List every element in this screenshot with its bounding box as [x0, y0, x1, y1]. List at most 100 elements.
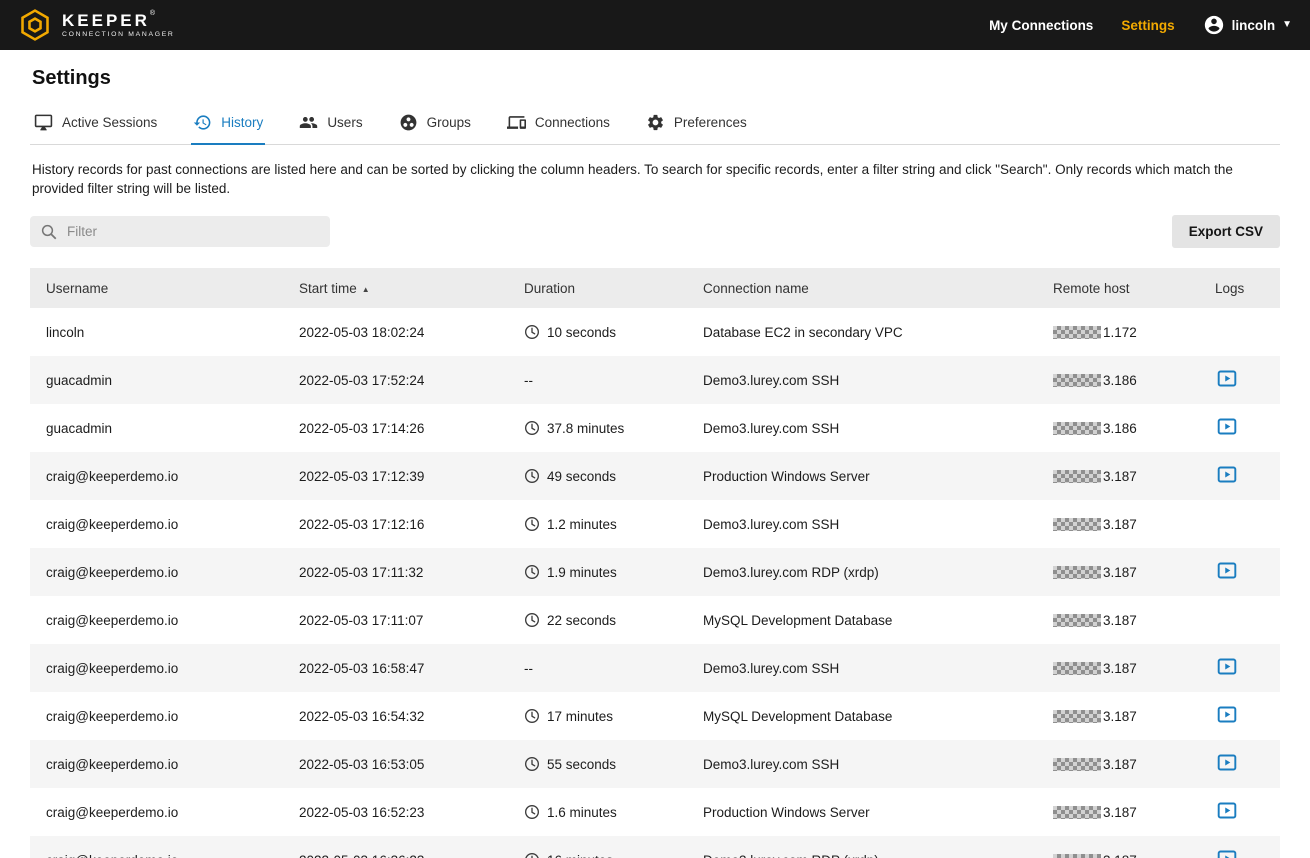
cell-start-time: 2022-05-03 16:58:47 [283, 661, 508, 676]
cell-logs [1199, 368, 1280, 392]
redacted-ip [1053, 854, 1101, 858]
monitor-icon [34, 113, 53, 132]
tab-users[interactable]: Users [297, 103, 364, 145]
cell-start-time: 2022-05-03 17:12:16 [283, 517, 508, 532]
cell-remote-host: 3.187 [1037, 853, 1199, 858]
cell-start-time: 2022-05-03 16:36:23 [283, 853, 508, 858]
cell-remote-host: 3.186 [1037, 421, 1199, 436]
cell-username: craig@keeperdemo.io [30, 661, 283, 676]
cell-duration: -- [508, 661, 687, 676]
search-icon [40, 223, 58, 241]
cell-start-time: 2022-05-03 17:11:07 [283, 613, 508, 628]
connections-icon [507, 113, 526, 132]
groups-icon [399, 113, 418, 132]
column-header-start-time[interactable]: Start time▲ [283, 281, 508, 296]
cell-remote-host: 3.187 [1037, 661, 1199, 676]
table-row: lincoln 2022-05-03 18:02:24 10 seconds D… [30, 308, 1280, 356]
user-menu[interactable]: lincoln ▼ [1203, 14, 1292, 36]
filter-input[interactable] [67, 224, 320, 239]
cell-duration: 22 seconds [508, 612, 687, 628]
clock-icon [524, 420, 540, 436]
cell-logs [1199, 752, 1280, 776]
table-row: guacadmin 2022-05-03 17:52:24 -- Demo3.l… [30, 356, 1280, 404]
tab-history[interactable]: History [191, 103, 265, 145]
cell-start-time: 2022-05-03 18:02:24 [283, 325, 508, 340]
clock-icon [524, 756, 540, 772]
cell-username: craig@keeperdemo.io [30, 709, 283, 724]
clock-icon [524, 708, 540, 724]
play-recording-button[interactable] [1215, 800, 1239, 821]
cell-connection-name: MySQL Development Database [687, 613, 1037, 628]
play-recording-button[interactable] [1215, 368, 1239, 389]
users-icon [299, 113, 318, 132]
clock-icon [524, 468, 540, 484]
nav-my-connections[interactable]: My Connections [989, 18, 1093, 33]
filter-row: Export CSV [30, 215, 1280, 248]
tab-connections[interactable]: Connections [505, 103, 612, 145]
play-recording-button[interactable] [1215, 704, 1239, 725]
column-header-remote-host[interactable]: Remote host [1037, 281, 1199, 296]
topbar: KEEPER® CONNECTION MANAGER My Connection… [0, 0, 1310, 50]
remote-host-suffix: 3.187 [1103, 853, 1137, 858]
column-header-connection-name[interactable]: Connection name [687, 281, 1037, 296]
cell-username: guacadmin [30, 421, 283, 436]
table-row: craig@keeperdemo.io 2022-05-03 17:11:32 … [30, 548, 1280, 596]
cell-username: craig@keeperdemo.io [30, 469, 283, 484]
play-recording-button[interactable] [1215, 560, 1239, 581]
cell-remote-host: 3.187 [1037, 469, 1199, 484]
remote-host-suffix: 3.187 [1103, 757, 1137, 772]
remote-host-suffix: 3.187 [1103, 709, 1137, 724]
history-description: History records for past connections are… [32, 160, 1278, 198]
cell-start-time: 2022-05-03 17:11:32 [283, 565, 508, 580]
cell-logs [1199, 800, 1280, 824]
tabs: Active Sessions History Users Groups Con… [30, 103, 1280, 145]
cell-username: guacadmin [30, 373, 283, 388]
column-header-username[interactable]: Username [30, 281, 283, 296]
table-row: craig@keeperdemo.io 2022-05-03 16:54:32 … [30, 692, 1280, 740]
table-body: lincoln 2022-05-03 18:02:24 10 seconds D… [30, 308, 1280, 858]
remote-host-suffix: 3.187 [1103, 517, 1137, 532]
filter-box[interactable] [30, 216, 330, 247]
remote-host-suffix: 3.186 [1103, 421, 1137, 436]
cell-remote-host: 3.187 [1037, 709, 1199, 724]
nav-settings[interactable]: Settings [1121, 18, 1174, 33]
tab-groups[interactable]: Groups [397, 103, 473, 145]
cell-connection-name: Demo3.lurey.com SSH [687, 517, 1037, 532]
redacted-ip [1053, 470, 1101, 483]
duration-text: 1.9 minutes [547, 565, 617, 580]
cell-remote-host: 3.187 [1037, 757, 1199, 772]
cell-connection-name: MySQL Development Database [687, 709, 1037, 724]
play-recording-button[interactable] [1215, 416, 1239, 437]
clock-icon [524, 852, 540, 858]
gear-icon [646, 113, 665, 132]
clock-icon [524, 612, 540, 628]
table-header-row: UsernameStart time▲DurationConnection na… [30, 268, 1280, 308]
cell-start-time: 2022-05-03 16:52:23 [283, 805, 508, 820]
remote-host-suffix: 3.187 [1103, 661, 1137, 676]
redacted-ip [1053, 374, 1101, 387]
export-csv-button[interactable]: Export CSV [1172, 215, 1280, 248]
tab-active-sessions[interactable]: Active Sessions [32, 103, 159, 145]
tab-preferences[interactable]: Preferences [644, 103, 749, 145]
remote-host-suffix: 3.187 [1103, 469, 1137, 484]
table-row: craig@keeperdemo.io 2022-05-03 17:11:07 … [30, 596, 1280, 644]
remote-host-suffix: 3.187 [1103, 613, 1137, 628]
play-recording-button[interactable] [1215, 752, 1239, 773]
table-row: guacadmin 2022-05-03 17:14:26 37.8 minut… [30, 404, 1280, 452]
cell-start-time: 2022-05-03 16:53:05 [283, 757, 508, 772]
cell-username: craig@keeperdemo.io [30, 565, 283, 580]
play-recording-button[interactable] [1215, 656, 1239, 677]
redacted-ip [1053, 806, 1101, 819]
remote-host-suffix: 1.172 [1103, 325, 1137, 340]
play-recording-button[interactable] [1215, 848, 1239, 858]
play-recording-button[interactable] [1215, 464, 1239, 485]
brand[interactable]: KEEPER® CONNECTION MANAGER [18, 8, 175, 42]
table-row: craig@keeperdemo.io 2022-05-03 16:52:23 … [30, 788, 1280, 836]
cell-connection-name: Demo3.lurey.com SSH [687, 373, 1037, 388]
column-header-duration[interactable]: Duration [508, 281, 687, 296]
sort-asc-icon: ▲ [362, 285, 370, 294]
history-icon [193, 113, 212, 132]
cell-remote-host: 3.187 [1037, 805, 1199, 820]
cell-duration: -- [508, 373, 687, 388]
table-row: craig@keeperdemo.io 2022-05-03 16:36:23 … [30, 836, 1280, 858]
